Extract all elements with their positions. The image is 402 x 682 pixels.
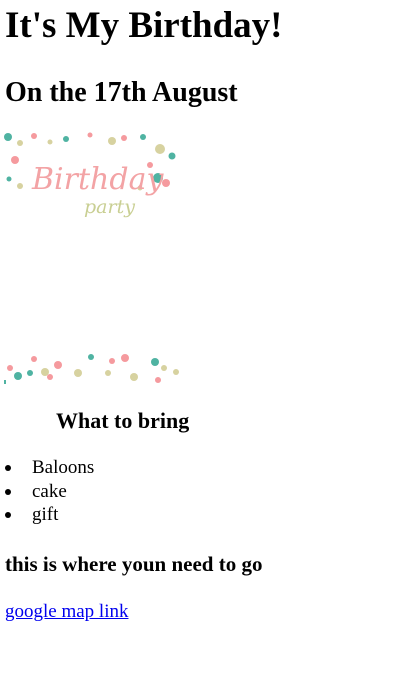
banner-line1: Birthday <box>31 162 164 197</box>
what-to-bring-heading: What to bring <box>56 408 190 433</box>
date-heading: On the 17th August <box>5 77 238 108</box>
page-title: It's My Birthday! <box>5 5 283 46</box>
list-item: Baloons <box>0 456 94 480</box>
bring-list: Baloons cake gift <box>0 456 94 527</box>
banner-line2: party <box>84 196 135 218</box>
where-heading: this is where youn need to go <box>5 552 263 576</box>
list-item: cake <box>0 480 94 504</box>
birthday-party-banner-image: Birthday party <box>4 132 179 384</box>
google-map-link[interactable]: google map link <box>5 600 128 624</box>
list-item: gift <box>0 503 94 527</box>
